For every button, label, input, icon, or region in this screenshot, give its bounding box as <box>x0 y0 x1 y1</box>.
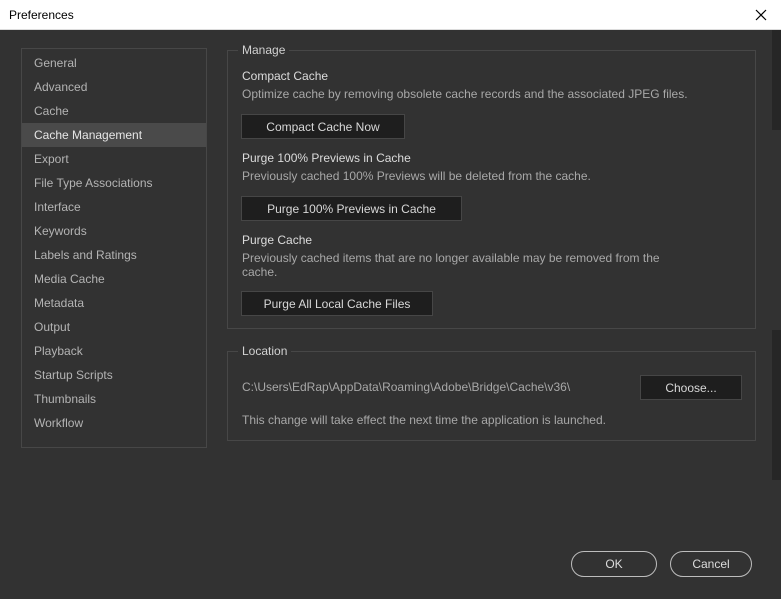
sidebar-item-metadata[interactable]: Metadata <box>22 291 206 315</box>
compact-cache-now-button[interactable]: Compact Cache Now <box>241 114 405 139</box>
sidebar-item-advanced[interactable]: Advanced <box>22 75 206 99</box>
close-icon <box>755 9 767 20</box>
close-button[interactable] <box>741 0 781 29</box>
location-group-title: Location <box>238 344 292 358</box>
sidebar-item-playback[interactable]: Playback <box>22 339 206 363</box>
cache-location-path: C:\Users\EdRap\AppData\Roaming\Adobe\Bri… <box>242 380 571 394</box>
window-title: Preferences <box>9 8 74 22</box>
manage-group-title: Manage <box>238 43 290 57</box>
purge-all-local-cache-button[interactable]: Purge All Local Cache Files <box>241 291 433 316</box>
preferences-sidebar: General Advanced Cache Cache Management … <box>21 48 207 448</box>
sidebar-item-thumbnails[interactable]: Thumbnails <box>22 387 206 411</box>
sidebar-item-keywords[interactable]: Keywords <box>22 219 206 243</box>
compact-cache-heading: Compact Cache <box>242 69 329 83</box>
purge-previews-description: Previously cached 100% Previews will be … <box>242 169 591 183</box>
sidebar-item-cache[interactable]: Cache <box>22 99 206 123</box>
purge-previews-heading: Purge 100% Previews in Cache <box>242 151 411 165</box>
background-edge <box>772 330 781 480</box>
compact-cache-description: Optimize cache by removing obsolete cach… <box>242 87 688 101</box>
sidebar-item-cache-management[interactable]: Cache Management <box>22 123 206 147</box>
sidebar-item-export[interactable]: Export <box>22 147 206 171</box>
purge-cache-heading: Purge Cache <box>242 233 313 247</box>
purge-previews-button[interactable]: Purge 100% Previews in Cache <box>241 196 462 221</box>
sidebar-item-workflow[interactable]: Workflow <box>22 411 206 435</box>
sidebar-item-media-cache[interactable]: Media Cache <box>22 267 206 291</box>
sidebar-item-interface[interactable]: Interface <box>22 195 206 219</box>
sidebar-item-general[interactable]: General <box>22 51 206 75</box>
choose-button[interactable]: Choose... <box>640 375 742 400</box>
location-note: This change will take effect the next ti… <box>242 413 606 427</box>
background-edge <box>772 30 781 130</box>
sidebar-item-file-type-associations[interactable]: File Type Associations <box>22 171 206 195</box>
sidebar-item-output[interactable]: Output <box>22 315 206 339</box>
sidebar-item-labels-and-ratings[interactable]: Labels and Ratings <box>22 243 206 267</box>
sidebar-item-startup-scripts[interactable]: Startup Scripts <box>22 363 206 387</box>
purge-cache-description-line1: Previously cached items that are no long… <box>242 251 660 265</box>
ok-button[interactable]: OK <box>571 551 657 577</box>
purge-cache-description-line2: cache. <box>242 265 278 279</box>
title-bar: Preferences <box>0 0 781 30</box>
cancel-button[interactable]: Cancel <box>670 551 752 577</box>
